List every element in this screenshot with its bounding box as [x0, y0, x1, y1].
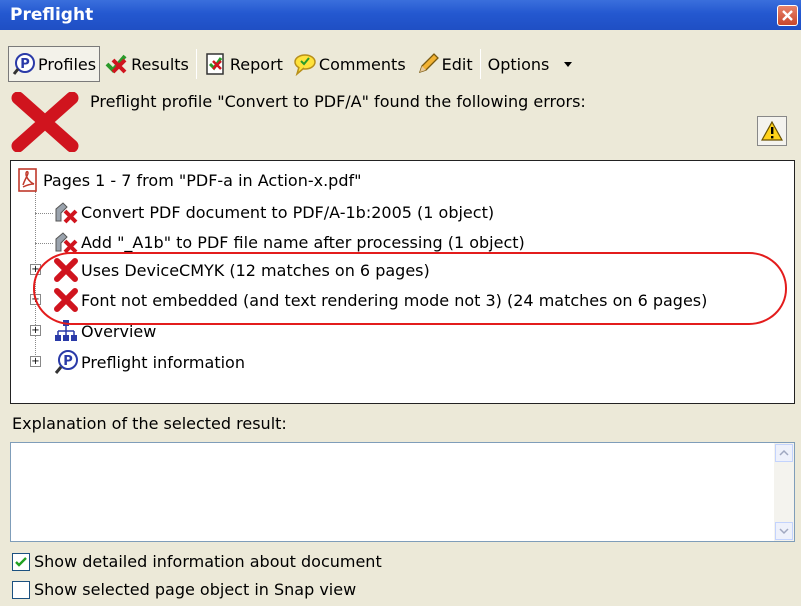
comments-label: Comments	[318, 54, 406, 74]
chevron-up-icon	[779, 449, 789, 456]
warning-icon	[761, 121, 783, 141]
tree-item[interactable]: Overview	[53, 316, 156, 346]
report-label: Report	[229, 54, 283, 74]
window-title: Preflight	[10, 5, 94, 25]
expand-toggle[interactable]: +	[30, 264, 41, 275]
checkbox-box[interactable]	[12, 580, 30, 599]
explanation-textarea[interactable]	[10, 442, 795, 542]
tree-guide-line	[35, 213, 53, 214]
options-menu-button[interactable]: Options	[485, 46, 579, 82]
preflight-info-icon: P	[54, 350, 78, 374]
scroll-down-button[interactable]	[775, 522, 793, 540]
results-label: Results	[131, 54, 189, 74]
profiles-icon: P	[12, 53, 35, 75]
warning-button[interactable]	[757, 116, 787, 146]
show-snap-checkbox[interactable]: Show selected page object in Snap view	[12, 580, 356, 599]
show-detailed-checkbox[interactable]: Show detailed information about document	[12, 552, 382, 571]
expand-toggle[interactable]: +	[30, 294, 41, 305]
profiles-label: Profiles	[38, 54, 97, 74]
result-message: Preflight profile "Convert to PDF/A" fou…	[90, 92, 586, 111]
tree-item-error[interactable]: Font not embedded (and text rendering mo…	[53, 285, 707, 315]
tree-guide-line	[35, 243, 53, 244]
expand-toggle[interactable]: +	[30, 356, 41, 367]
fix-x-icon	[55, 202, 78, 224]
close-icon	[782, 10, 793, 21]
explanation-label: Explanation of the selected result:	[12, 414, 287, 433]
explanation-scrollbar[interactable]	[774, 443, 794, 541]
scroll-up-button[interactable]	[775, 444, 793, 462]
checkbox-label: Show selected page object in Snap view	[34, 580, 357, 599]
tree-item-label: Uses DeviceCMYK (12 matches on 6 pages)	[81, 260, 430, 280]
comments-icon	[294, 54, 316, 76]
title-bar: Preflight	[0, 0, 801, 30]
result-header: Preflight profile "Convert to PDF/A" fou…	[10, 88, 795, 152]
close-button[interactable]	[777, 5, 798, 26]
red-x-icon	[54, 288, 78, 312]
pencil-icon	[418, 53, 439, 74]
expand-toggle[interactable]: +	[30, 325, 41, 336]
tree-item-label: Convert PDF document to PDF/A-1b:2005 (1…	[81, 202, 495, 222]
report-button[interactable]: Report	[201, 46, 286, 82]
tree-item[interactable]: Add "_A1b" to PDF file name after proces…	[53, 227, 525, 257]
pdf-file-icon	[18, 168, 37, 192]
results-icon	[105, 54, 127, 74]
toolbar-separator	[479, 49, 481, 79]
toolbar: P Profiles Results Report Comments Edit …	[0, 44, 801, 84]
chevron-down-icon	[779, 528, 789, 535]
checkbox-label: Show detailed information about document	[34, 552, 382, 571]
error-x-icon	[11, 92, 79, 152]
svg-text:P: P	[63, 354, 73, 369]
red-x-icon	[54, 258, 78, 282]
edit-button[interactable]: Edit	[413, 46, 476, 82]
comments-button[interactable]: Comments	[290, 46, 409, 82]
profiles-button[interactable]: P Profiles	[8, 46, 101, 82]
tree-item-label: Overview	[81, 321, 157, 341]
checkbox-box[interactable]	[12, 552, 30, 571]
svg-text:P: P	[20, 57, 30, 72]
toolbar-separator	[195, 49, 197, 79]
dropdown-arrow-icon	[564, 62, 573, 67]
overview-icon	[55, 320, 77, 341]
tree-item[interactable]: P Preflight information	[53, 347, 245, 377]
results-tree[interactable]: Pages 1 - 7 from "PDF-a in Action-x.pdf"…	[10, 160, 795, 404]
checkmark-icon	[15, 556, 27, 567]
report-icon	[206, 53, 224, 75]
tree-root-item[interactable]: Pages 1 - 7 from "PDF-a in Action-x.pdf"	[15, 165, 361, 195]
tree-item[interactable]: Convert PDF document to PDF/A-1b:2005 (1…	[53, 197, 494, 227]
tree-item-label: Preflight information	[81, 352, 245, 372]
edit-label: Edit	[441, 54, 473, 74]
tree-root-label: Pages 1 - 7 from "PDF-a in Action-x.pdf"	[43, 170, 362, 190]
tree-item-error[interactable]: Uses DeviceCMYK (12 matches on 6 pages)	[53, 255, 430, 285]
options-label: Options	[487, 54, 550, 74]
tree-item-label: Font not embedded (and text rendering mo…	[81, 290, 708, 310]
tree-item-label: Add "_A1b" to PDF file name after proces…	[81, 232, 525, 252]
results-button[interactable]: Results	[102, 46, 192, 82]
fix-x-icon	[55, 232, 78, 254]
